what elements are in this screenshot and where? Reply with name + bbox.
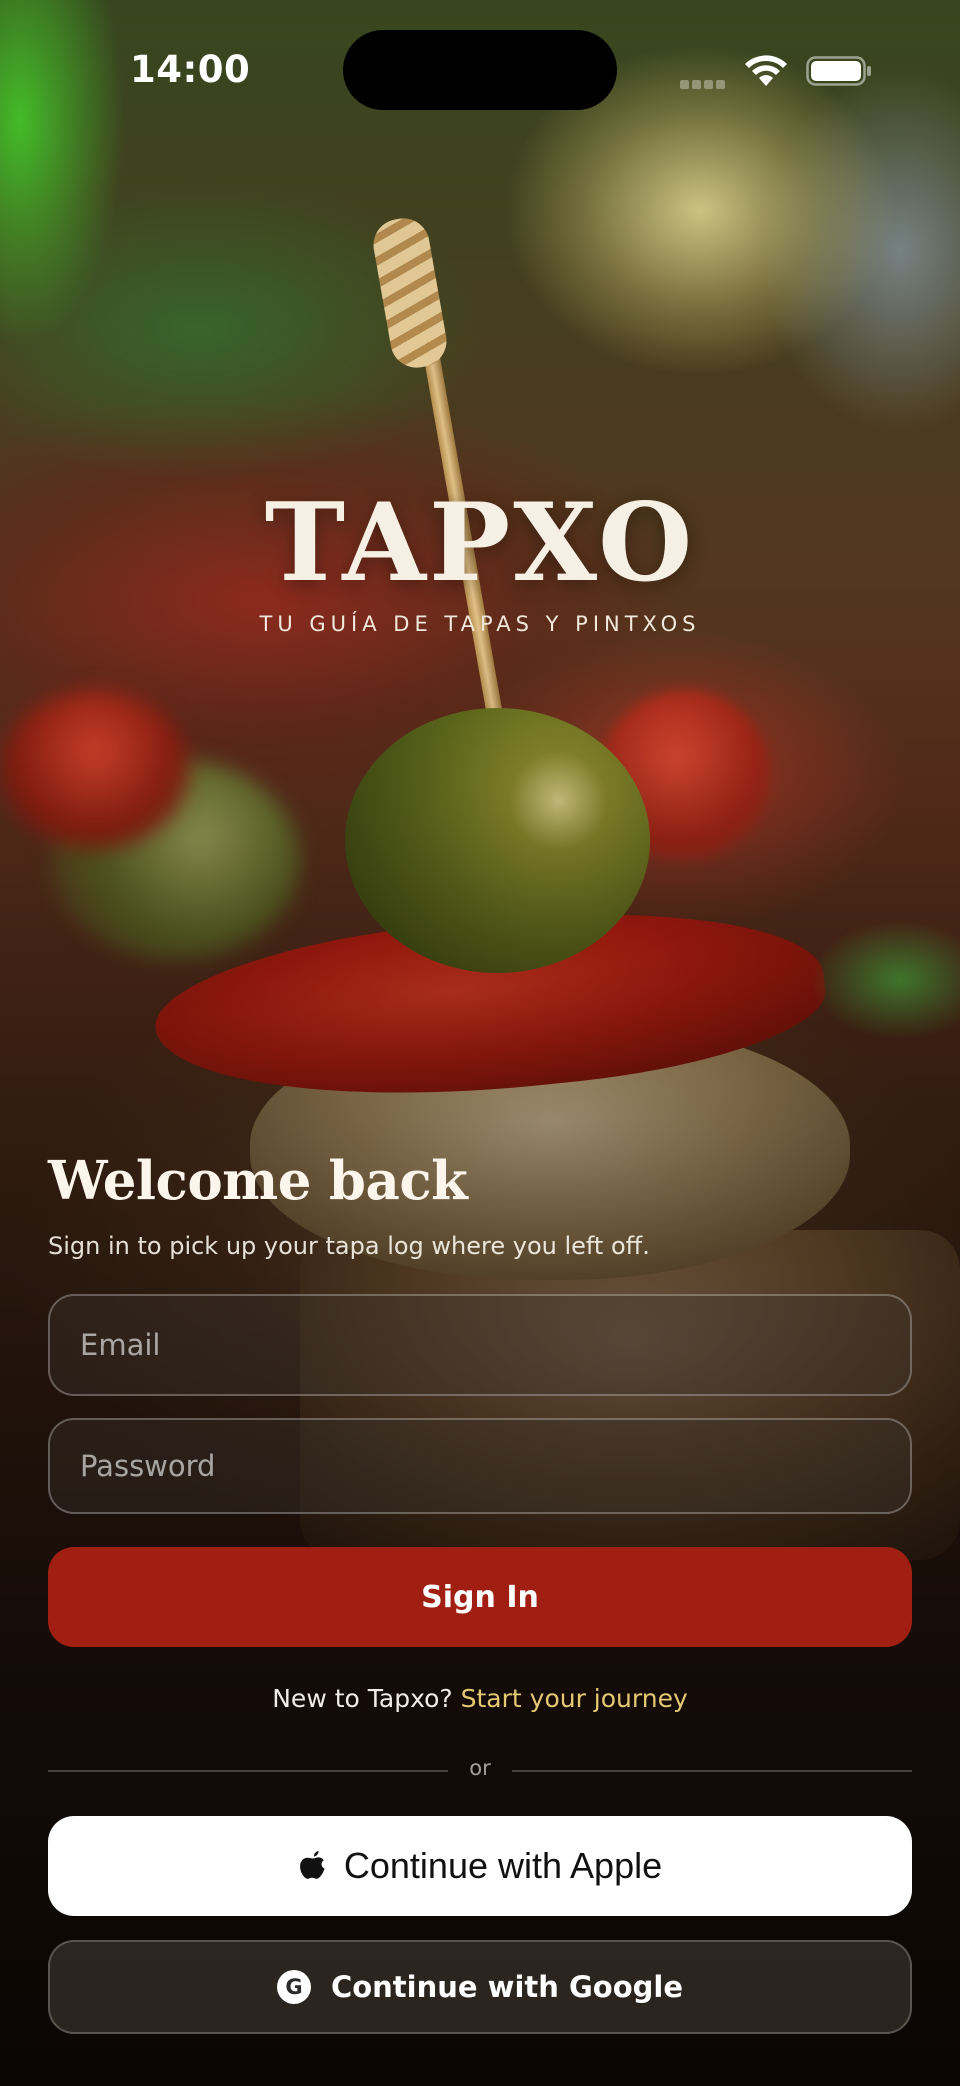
- brand-tagline: TU GUÍA DE TAPAS Y PINTXOS: [259, 612, 701, 636]
- page-title: Welcome back: [48, 1150, 468, 1212]
- google-button-label: Continue with Google: [330, 1970, 684, 2004]
- start-journey-link[interactable]: Start your journey: [461, 1684, 688, 1713]
- battery-icon: [806, 56, 871, 86]
- page-subtitle: Sign in to pick up your tapa log where y…: [48, 1232, 650, 1260]
- signup-prompt: New to Tapxo? Start your journey: [0, 1684, 960, 1713]
- wifi-icon: [745, 55, 787, 86]
- divider-line-left: [48, 1770, 448, 1772]
- divider-or: or: [469, 1756, 491, 1780]
- status-time: 14:00: [130, 48, 251, 91]
- apple-button-label: Continue with Apple: [343, 1845, 663, 1886]
- signup-prompt-text: New to Tapxo?: [272, 1684, 453, 1713]
- apple-icon: [299, 1851, 325, 1879]
- dynamic-island: [343, 30, 617, 110]
- divider-line-right: [512, 1770, 912, 1772]
- continue-with-google-button[interactable]: G Continue with Google: [48, 1940, 912, 2034]
- brand-logo: TAPXO: [264, 480, 696, 606]
- google-icon: G: [276, 1970, 311, 2004]
- cellular-signal-icon: [680, 74, 730, 89]
- password-field[interactable]: [48, 1418, 912, 1514]
- sign-in-button[interactable]: Sign In: [48, 1547, 912, 1647]
- continue-with-apple-button[interactable]: Continue with Apple: [48, 1816, 912, 1916]
- email-field[interactable]: [48, 1294, 912, 1396]
